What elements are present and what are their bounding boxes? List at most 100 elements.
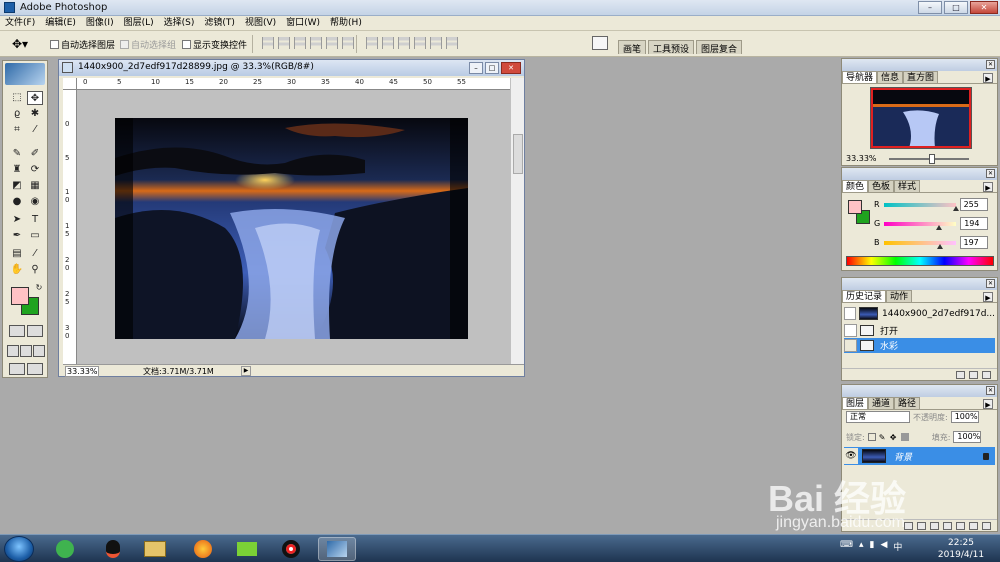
lock-pixels-icon[interactable]: ✎ (879, 433, 887, 442)
history-snapshot[interactable]: 1440x900_2d7edf917d... (844, 306, 995, 321)
volume-icon[interactable]: ◀ (880, 540, 887, 553)
align-vcenter-icon[interactable] (278, 37, 290, 49)
blue-channel-slider[interactable] (883, 240, 956, 249)
navigator-zoom-knob[interactable] (929, 154, 935, 164)
new-adjustment-layer-icon[interactable] (943, 521, 952, 530)
history-brush-source-icon[interactable] (844, 324, 857, 337)
distribute-top-icon[interactable] (366, 37, 378, 49)
blue-channel-value[interactable]: 197 (959, 236, 988, 249)
blend-mode-select[interactable]: 正常 (846, 411, 910, 423)
green-channel-slider[interactable] (884, 221, 957, 230)
navigator-zoom-value[interactable]: 33.33% (846, 154, 877, 163)
hand-tool-icon[interactable]: ✋ (9, 263, 25, 277)
gradient-tool-icon[interactable]: ▦ (27, 179, 43, 193)
zoom-field[interactable]: 33.33% (65, 366, 99, 377)
doc-maximize-button[interactable]: □ (485, 62, 499, 74)
auto-select-layer-checkbox[interactable]: 自动选择图层 (50, 38, 115, 51)
minimize-button[interactable]: – (918, 1, 942, 14)
app-360-icon[interactable] (46, 537, 84, 561)
brush-tool-icon[interactable]: ✐ (27, 147, 43, 161)
distribute-vcenter-icon[interactable] (382, 37, 394, 49)
panel-title-bar[interactable]: ✕ (842, 168, 997, 180)
taskbar-clock[interactable]: 22:25 2019/4/11 (936, 537, 986, 561)
checkbox-box[interactable] (50, 40, 59, 49)
eraser-tool-icon[interactable]: ◩ (9, 179, 25, 193)
menu-filter[interactable]: 滤镜(T) (199, 16, 240, 30)
document-title-bar[interactable]: 1440x900_2d7edf917d28899.jpg @ 33.3%(RGB… (59, 60, 524, 76)
panel-close-icon[interactable]: ✕ (986, 169, 995, 178)
green-slider-handle[interactable] (936, 224, 943, 230)
panel-close-icon[interactable]: ✕ (986, 386, 995, 395)
media-player-icon[interactable] (228, 537, 266, 561)
distribute-left-icon[interactable] (414, 37, 426, 49)
color-panel-foreground-swatch[interactable] (848, 200, 862, 214)
firefox-icon[interactable] (184, 537, 222, 561)
history-item-selected[interactable]: 水彩 (844, 338, 995, 353)
new-document-from-state-icon[interactable] (956, 370, 965, 379)
tray-expand-icon[interactable]: ▴ (859, 540, 864, 553)
screen-mode-full-menu-icon[interactable] (20, 345, 32, 357)
tab-history[interactable]: 历史记录 (842, 290, 887, 302)
pen-tool-icon[interactable]: ✒ (9, 229, 25, 243)
canvas-area[interactable] (77, 90, 510, 364)
lock-all-icon[interactable] (900, 433, 909, 441)
link-layers-icon[interactable] (904, 521, 913, 530)
layer-row-background[interactable]: 👁 背景 (844, 447, 995, 465)
tab-actions[interactable]: 动作 (886, 290, 913, 302)
network-icon[interactable]: ▮ (870, 540, 875, 553)
vertical-scrollbar[interactable] (510, 78, 524, 364)
maximize-button[interactable]: □ (944, 1, 968, 14)
photoshop-feather-logo[interactable] (5, 63, 45, 85)
menu-edit[interactable]: 编辑(E) (40, 16, 81, 30)
well-tab-brushes[interactable]: 画笔 (618, 40, 647, 55)
doc-minimize-button[interactable]: – (469, 62, 483, 74)
menu-view[interactable]: 视图(V) (240, 16, 281, 30)
distribute-bottom-icon[interactable] (398, 37, 410, 49)
lock-transparency-icon[interactable] (867, 433, 876, 441)
screen-mode-full-icon[interactable] (33, 345, 45, 357)
keyboard-icon[interactable]: ⌨ (840, 540, 853, 553)
status-menu-arrow-icon[interactable]: ▶ (241, 366, 251, 376)
red-channel-value[interactable]: 255 (959, 198, 988, 211)
panel-title-bar[interactable]: ✕ (842, 278, 997, 290)
crop-tool-icon[interactable]: ⌗ (9, 123, 25, 137)
panel-close-icon[interactable]: ✕ (986, 279, 995, 288)
blur-tool-icon[interactable]: ● (9, 195, 25, 209)
align-left-icon[interactable] (310, 37, 322, 49)
healing-brush-tool-icon[interactable]: ✎ (9, 147, 25, 161)
opacity-field[interactable]: 100% (950, 411, 979, 423)
add-mask-icon[interactable] (930, 521, 939, 530)
doc-close-button[interactable]: ✕ (501, 62, 521, 74)
file-explorer-icon[interactable] (136, 537, 174, 561)
new-layer-icon[interactable] (969, 521, 978, 530)
horizontal-ruler[interactable]: 0 5 10 15 20 25 30 35 40 45 50 55 (77, 78, 510, 90)
delete-state-icon[interactable] (982, 370, 991, 379)
standard-mode-icon[interactable] (9, 325, 25, 337)
history-brush-tool-icon[interactable]: ⟳ (27, 163, 43, 177)
lasso-tool-icon[interactable]: ϱ (9, 107, 25, 121)
path-selection-tool-icon[interactable]: ➤ (9, 213, 25, 227)
jump-to-imageready-icon[interactable] (9, 363, 25, 375)
tab-channels[interactable]: 通道 (868, 397, 895, 409)
color-spectrum-ramp[interactable] (846, 256, 994, 266)
edit-in-imageready-icon[interactable] (27, 363, 43, 375)
fill-field[interactable]: 100% (953, 431, 982, 443)
new-snapshot-icon[interactable] (969, 370, 978, 379)
tab-navigator[interactable]: 导航器 (842, 71, 878, 83)
menu-layer[interactable]: 图层(L) (119, 16, 159, 30)
navigator-view-box[interactable] (871, 88, 971, 148)
red-slider-handle[interactable] (952, 205, 959, 211)
show-transform-checkbox[interactable]: 显示变换控件 (182, 38, 247, 51)
dodge-tool-icon[interactable]: ◉ (27, 195, 43, 209)
align-bottom-icon[interactable] (294, 37, 306, 49)
distribute-hcenter-icon[interactable] (430, 37, 442, 49)
tab-paths[interactable]: 路径 (894, 397, 921, 409)
well-tab-tool-presets[interactable]: 工具预设 (648, 40, 695, 55)
foreground-color-swatch[interactable] (11, 287, 29, 305)
tab-layers[interactable]: 图层 (842, 397, 869, 409)
history-brush-source-icon[interactable] (844, 307, 856, 320)
ruler-origin[interactable] (63, 78, 77, 90)
photoshop-taskbar-icon[interactable] (318, 537, 356, 561)
panel-title-bar[interactable]: ✕ (842, 59, 997, 71)
tab-info[interactable]: 信息 (877, 71, 904, 83)
